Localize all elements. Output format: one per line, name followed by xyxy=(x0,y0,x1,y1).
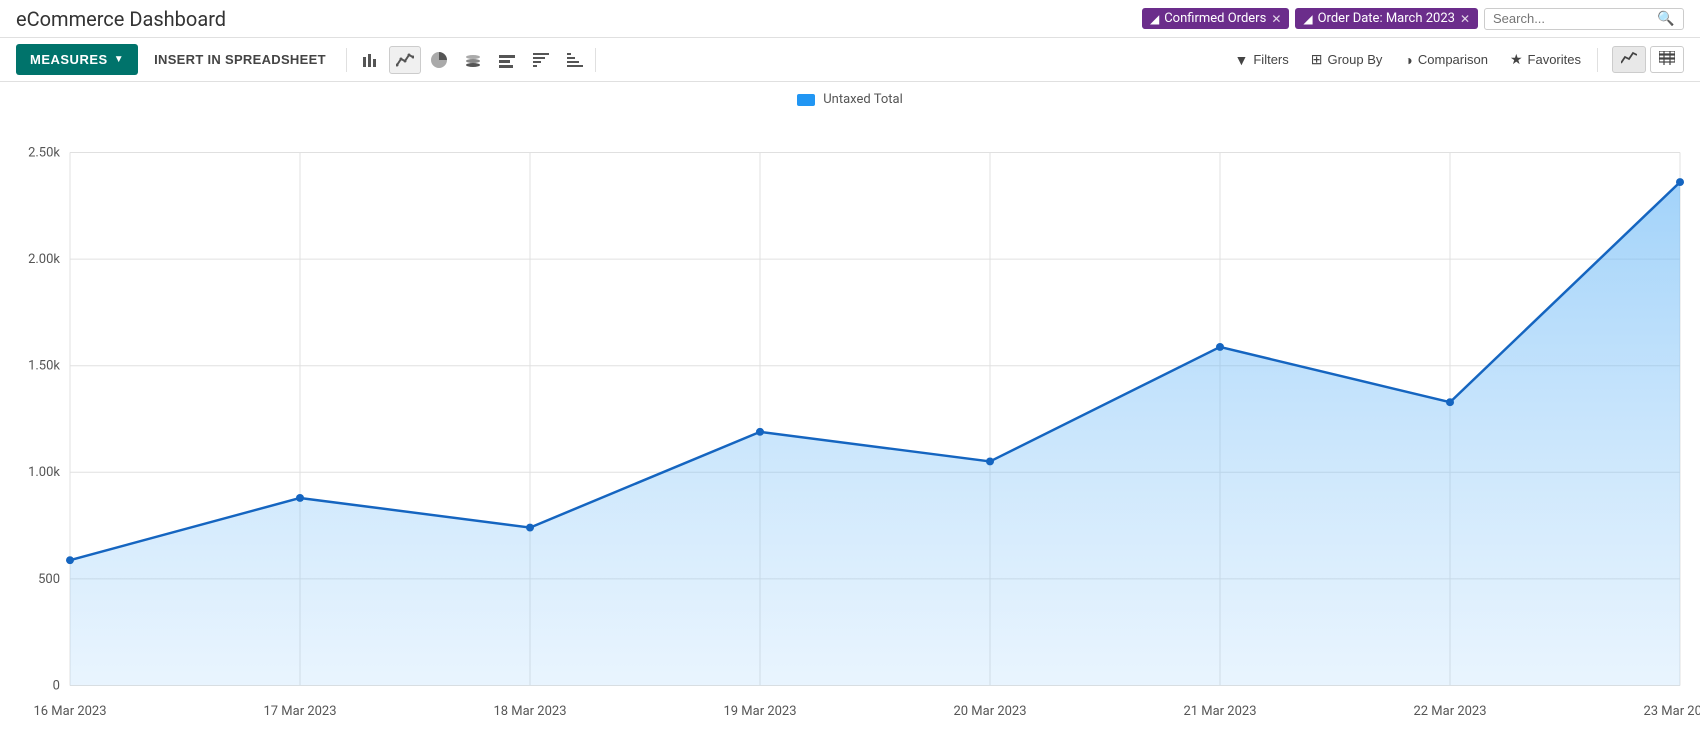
comparison-button[interactable]: ◑ Comparison xyxy=(1394,47,1498,73)
sort-desc-icon xyxy=(532,51,550,69)
chart-view-icon xyxy=(1621,51,1637,65)
chart-view-button[interactable] xyxy=(1612,46,1646,73)
data-point-1 xyxy=(296,494,304,502)
toolbar-divider-1 xyxy=(346,48,347,72)
svg-text:17 Mar 2023: 17 Mar 2023 xyxy=(263,704,336,719)
pie-chart-icon xyxy=(430,51,448,69)
data-point-5 xyxy=(1216,343,1224,351)
toolbar: MEASURES ▼ INSERT IN SPREADSHEET xyxy=(0,38,1700,82)
filter-bar: ◢ Confirmed Orders ✕ ◢ Order Date: March… xyxy=(934,8,1684,30)
bar-chart-icon xyxy=(362,51,380,69)
filter-icon: ▼ xyxy=(1235,52,1249,68)
filter-confirmed-orders-close[interactable]: ✕ xyxy=(1271,12,1281,26)
insert-spreadsheet-button[interactable]: INSERT IN SPREADSHEET xyxy=(138,52,342,67)
svg-text:0: 0 xyxy=(53,679,60,694)
data-point-6 xyxy=(1446,398,1454,406)
legend-color-box xyxy=(797,94,815,106)
chart-area-fill xyxy=(70,182,1680,685)
svg-text:19 Mar 2023: 19 Mar 2023 xyxy=(723,704,796,719)
measures-button[interactable]: MEASURES ▼ xyxy=(16,44,138,75)
svg-text:22 Mar 2023: 22 Mar 2023 xyxy=(1413,704,1486,719)
line-area-chart: 0 500 1.00k 1.50k 2.00k 2.50k 16 Mar 202… xyxy=(0,113,1700,725)
filters-label: Filters xyxy=(1253,52,1288,67)
filter-confirmed-orders[interactable]: ◢ Confirmed Orders ✕ xyxy=(1142,8,1289,29)
data-point-0 xyxy=(66,556,74,564)
data-point-2 xyxy=(526,524,534,532)
app-title: eCommerce Dashboard xyxy=(16,7,226,31)
svg-text:21 Mar 2023: 21 Mar 2023 xyxy=(1183,704,1256,719)
table-view-button[interactable] xyxy=(1650,46,1684,73)
filter-confirmed-orders-label: Confirmed Orders xyxy=(1164,11,1266,26)
svg-text:18 Mar 2023: 18 Mar 2023 xyxy=(493,704,566,719)
filter-order-date[interactable]: ◢ Order Date: March 2023 ✕ xyxy=(1295,8,1478,29)
svg-text:500: 500 xyxy=(38,572,60,587)
sort-asc-icon xyxy=(566,51,584,69)
layers-icon: ⊞ xyxy=(1311,51,1323,68)
comparison-icon: ◑ xyxy=(1404,52,1412,68)
favorites-label: Favorites xyxy=(1528,52,1581,67)
line-chart-icon xyxy=(396,51,414,69)
toolbar-divider-3 xyxy=(1597,48,1598,72)
filters-button[interactable]: ▼ Filters xyxy=(1225,47,1299,73)
funnel-icon-date: ◢ xyxy=(1303,12,1312,26)
svg-text:2.50k: 2.50k xyxy=(28,146,60,161)
group-by-label: Group By xyxy=(1327,52,1382,67)
stack-chart-button[interactable] xyxy=(457,46,489,74)
app-header: eCommerce Dashboard ◢ Confirmed Orders ✕… xyxy=(0,0,1700,38)
bar2-chart-icon xyxy=(498,51,516,69)
chart-svg-container: 0 500 1.00k 1.50k 2.00k 2.50k 16 Mar 202… xyxy=(0,113,1700,725)
line-chart-button[interactable] xyxy=(389,46,421,74)
table-view-icon xyxy=(1659,51,1675,65)
legend-label: Untaxed Total xyxy=(823,92,902,107)
measures-label: MEASURES xyxy=(30,52,108,67)
bar2-chart-button[interactable] xyxy=(491,46,523,74)
sort-desc-button[interactable] xyxy=(525,46,557,74)
measures-arrow-icon: ▼ xyxy=(114,54,124,65)
svg-text:16 Mar 2023: 16 Mar 2023 xyxy=(33,704,106,719)
stack-chart-icon xyxy=(464,51,482,69)
chart-area: Untaxed Total xyxy=(0,82,1700,734)
chart-legend: Untaxed Total xyxy=(0,92,1700,107)
svg-text:2.00k: 2.00k xyxy=(28,252,60,267)
funnel-icon-confirmed: ◢ xyxy=(1150,12,1159,26)
toolbar-actions: ▼ Filters ⊞ Group By ◑ Comparison ★ Favo… xyxy=(1225,46,1685,73)
star-icon: ★ xyxy=(1510,51,1523,68)
search-icon: 🔍 xyxy=(1657,11,1674,27)
bar-chart-button[interactable] xyxy=(355,46,387,74)
search-input[interactable] xyxy=(1493,11,1653,26)
svg-text:1.50k: 1.50k xyxy=(28,359,60,374)
toolbar-divider-2 xyxy=(595,48,596,72)
view-toggle xyxy=(1612,46,1684,73)
filter-order-date-label: Order Date: March 2023 xyxy=(1318,11,1455,26)
favorites-button[interactable]: ★ Favorites xyxy=(1500,46,1591,73)
svg-text:1.00k: 1.00k xyxy=(28,465,60,480)
data-point-3 xyxy=(756,428,764,436)
data-point-7 xyxy=(1676,178,1684,186)
search-box[interactable]: 🔍 xyxy=(1484,8,1684,30)
sort-asc-button[interactable] xyxy=(559,46,591,74)
pie-chart-button[interactable] xyxy=(423,46,455,74)
chart-type-group xyxy=(355,46,591,74)
comparison-label: Comparison xyxy=(1418,52,1488,67)
group-by-button[interactable]: ⊞ Group By xyxy=(1301,46,1393,73)
filter-order-date-close[interactable]: ✕ xyxy=(1460,12,1470,26)
svg-text:23 Mar 2023: 23 Mar 2023 xyxy=(1643,704,1700,719)
data-point-4 xyxy=(986,457,994,465)
svg-text:20 Mar 2023: 20 Mar 2023 xyxy=(953,704,1026,719)
